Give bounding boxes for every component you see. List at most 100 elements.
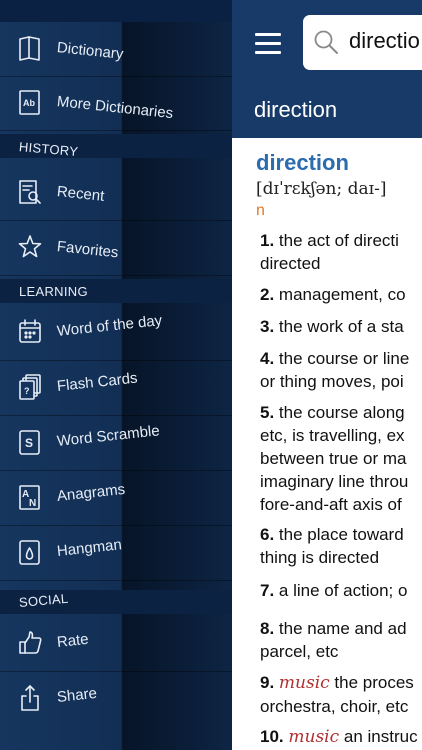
definition-text: the place toward: [278, 525, 404, 544]
sidebar-item-label: Recent: [56, 183, 106, 205]
sidebar-item-label: Favorites: [56, 238, 120, 262]
definition-text: thing is directed: [260, 548, 380, 567]
definition-number: 7.: [260, 581, 275, 600]
sidebar-item-flash-cards[interactable]: ? Flash Cards: [0, 361, 232, 416]
sidebar-item-more-dictionaries[interactable]: Ab More Dictionaries: [0, 76, 232, 131]
svg-text:?: ?: [24, 386, 30, 396]
sidebar-item-label: Word Scramble: [56, 422, 161, 450]
hamburger-line: [255, 33, 281, 36]
definition-text: between true or ma: [260, 449, 407, 468]
status-strip: [0, 0, 232, 22]
definition-text: parcel, etc: [260, 642, 339, 661]
definition-number: 9.: [260, 673, 275, 692]
section-header-history: HISTORY: [0, 134, 232, 160]
sidebar-item-word-scramble[interactable]: S Word Scramble: [0, 416, 232, 471]
definition-item: 5. the course along etc, is travelling, e…: [260, 401, 422, 516]
definition-item: 10. music an instruc: [260, 725, 422, 749]
usage-label: music: [278, 673, 330, 693]
sidebar-item-recent[interactable]: Recent: [0, 166, 232, 221]
section-label: LEARNING: [19, 284, 88, 299]
definition-number: 5.: [260, 403, 275, 422]
sidebar-item-label: Share: [56, 684, 98, 706]
recent-search-icon: [19, 180, 41, 204]
flash-cards-icon: ?: [19, 374, 41, 400]
sidebar: Dictionary Ab More Dictionaries HISTORY …: [0, 0, 232, 750]
definition-text: the act of directi: [278, 231, 399, 250]
definition-text: the work of a sta: [278, 317, 404, 336]
definition-text: etc, is travelling, ex: [260, 426, 405, 445]
definition-text: the course or line: [278, 349, 410, 368]
sidebar-item-label: More Dictionaries: [56, 93, 174, 123]
top-bar: direction: [232, 0, 422, 138]
sidebar-item-label: Hangman: [56, 536, 123, 560]
definition-number: 8.: [260, 619, 275, 638]
usage-label: music: [288, 727, 340, 747]
dictionary-ab-icon: Ab: [19, 90, 40, 115]
definition-item: 7. a line of action; o: [260, 579, 422, 602]
sidebar-item-dictionary[interactable]: Dictionary: [0, 22, 232, 77]
definition-text: the name and ad: [278, 619, 407, 638]
definition-item: 8. the name and ad parcel, etc: [260, 617, 422, 663]
svg-text:Ab: Ab: [23, 98, 35, 108]
hangman-icon: [19, 540, 40, 565]
part-of-speech: n: [256, 202, 265, 219]
menu-button[interactable]: [255, 33, 281, 55]
definition-item: 6. the place toward thing is directed: [260, 523, 422, 569]
definition-item: 1. the act of directi directed: [260, 229, 422, 275]
section-label: HISTORY: [18, 139, 79, 160]
star-icon: [18, 235, 42, 258]
main-panel: direction direction [dɪˈrɛkʃən; daɪ-] n …: [232, 0, 422, 750]
definition-text: a line of action; o: [278, 581, 408, 600]
definition-number: 10.: [260, 727, 284, 746]
search-input[interactable]: [349, 28, 422, 54]
definition-number: 2.: [260, 285, 275, 304]
definition-number: 1.: [260, 231, 275, 250]
pronunciation: [dɪˈrɛkʃən; daɪ-]: [256, 179, 387, 199]
definition-text: the proces: [334, 673, 414, 692]
headword: direction: [256, 150, 349, 175]
current-word-title: direction: [254, 97, 338, 122]
definition-text: an instruc: [343, 727, 418, 746]
calendar-icon: [19, 319, 41, 343]
sidebar-item-hangman[interactable]: Hangman: [0, 526, 232, 581]
section-header-social: SOCIAL: [0, 590, 232, 614]
definition-text: management, co: [278, 285, 406, 304]
sidebar-item-word-of-the-day[interactable]: Word of the day: [0, 306, 232, 361]
share-icon: [21, 685, 39, 711]
definition-text: the course along: [278, 403, 405, 422]
definition-text: imaginary line throu: [260, 472, 409, 491]
sidebar-item-share[interactable]: Share: [0, 672, 232, 726]
definition-text: directed: [260, 254, 321, 273]
entry-content: direction [dɪˈrɛkʃən; daɪ-] n 1. the act…: [232, 138, 422, 750]
search-box[interactable]: [303, 15, 422, 70]
search-icon: [314, 30, 338, 54]
section-label: SOCIAL: [18, 590, 69, 610]
anagrams-icon: AN: [19, 485, 40, 510]
hamburger-line: [255, 42, 281, 45]
definition-text: or thing moves, poi: [260, 372, 404, 391]
definition-item: 4. the course or line or thing moves, poi: [260, 347, 422, 393]
sidebar-item-label: Anagrams: [56, 480, 126, 505]
section-header-learning: LEARNING: [0, 279, 232, 303]
definition-item: 2. management, co: [260, 283, 422, 306]
book-icon: [19, 36, 40, 61]
sidebar-item-label: Word of the day: [56, 312, 163, 340]
thumbs-up-icon: [19, 631, 42, 654]
definition-text: fore-and-aft axis of: [260, 495, 402, 514]
definition-item: 3. the work of a sta: [260, 315, 422, 338]
definition-number: 6.: [260, 525, 275, 544]
svg-text:S: S: [25, 436, 33, 450]
sidebar-item-rate[interactable]: Rate: [0, 617, 232, 672]
svg-text:N: N: [29, 498, 36, 509]
definition-number: 4.: [260, 349, 275, 368]
word-scramble-icon: S: [19, 430, 40, 455]
definition-number: 3.: [260, 317, 275, 336]
definition-item: 9. music the proces orchestra, choir, etc: [260, 671, 422, 718]
sidebar-item-label: Flash Cards: [56, 369, 139, 395]
sidebar-item-anagrams[interactable]: AN Anagrams: [0, 471, 232, 526]
sidebar-item-label: Rate: [56, 630, 90, 651]
hamburger-line: [255, 51, 281, 54]
sidebar-item-favorites[interactable]: Favorites: [0, 221, 232, 276]
sidebar-item-label: Dictionary: [56, 39, 125, 63]
definition-text: orchestra, choir, etc: [260, 697, 409, 716]
